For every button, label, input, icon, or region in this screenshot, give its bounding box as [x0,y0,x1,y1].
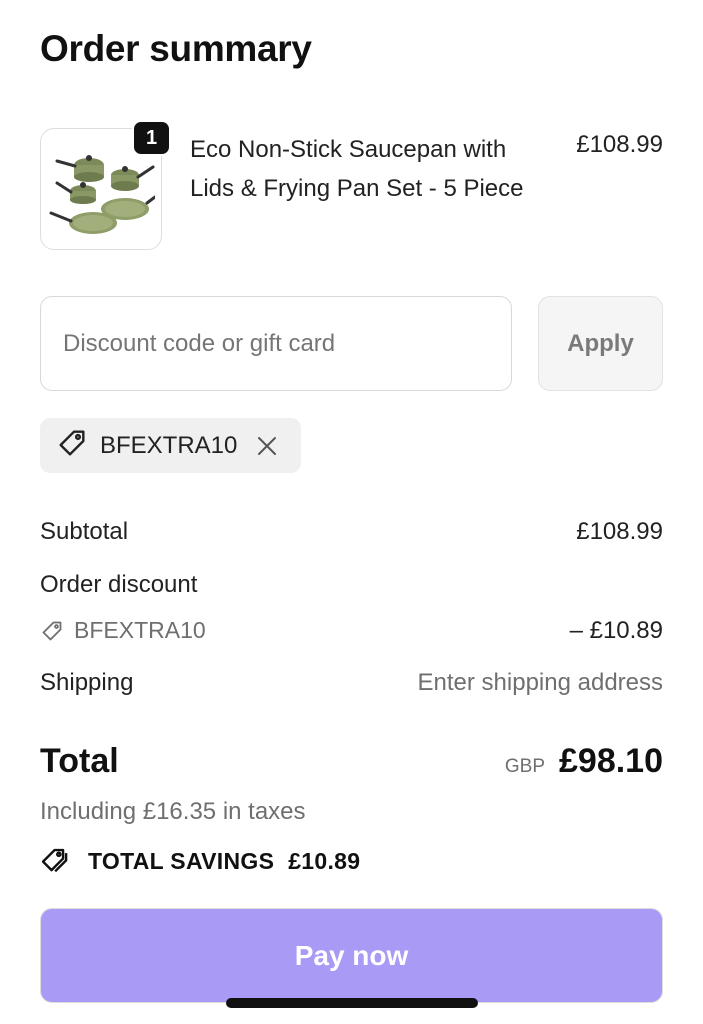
order-discount-label: Order discount [40,571,198,598]
total-savings-label: TOTAL SAVINGS [88,847,275,874]
order-discount-code: BFEXTRA10 [40,617,206,644]
checkout-page: Order summary 1 Eco Non-Stick Saucepan w… [0,0,703,1024]
order-discount-value: – £10.89 [569,617,663,644]
pay-now-button[interactable]: Pay now [40,908,663,1003]
total-currency: GBP [504,756,545,777]
applied-discount-chip: BFEXTRA10 [40,418,301,473]
shipping-label: Shipping [40,669,134,696]
discount-code-input[interactable] [40,296,512,391]
page-title: Order summary [40,28,312,69]
tag-icon [42,621,62,640]
tags-icon [41,848,68,873]
total-value: £98.10 [559,742,663,780]
shipping-value: Enter shipping address [417,669,663,696]
total-savings-value: £10.89 [288,847,361,874]
total-label: Total [40,742,119,780]
order-discount-code-text: BFEXTRA10 [74,617,206,643]
quantity-badge: 1 [132,120,171,156]
subtotal-label: Subtotal [40,518,129,545]
taxes-note: Including £16.35 in taxes [40,798,306,825]
subtotal-value: £108.99 [576,518,663,545]
apply-button[interactable]: Apply [538,296,663,391]
applied-discount-code: BFEXTRA10 [100,431,238,459]
tag-icon [56,427,88,464]
home-indicator [226,998,478,1008]
product-price: £108.99 [576,131,663,158]
total-savings: TOTAL SAVINGS £10.89 [40,846,360,876]
remove-discount-button[interactable] [255,434,279,458]
total-amount-group: GBP £98.10 [505,742,663,781]
close-icon [258,436,277,455]
product-name: Eco Non-Stick Saucepan with Lids & Fryin… [190,136,524,202]
